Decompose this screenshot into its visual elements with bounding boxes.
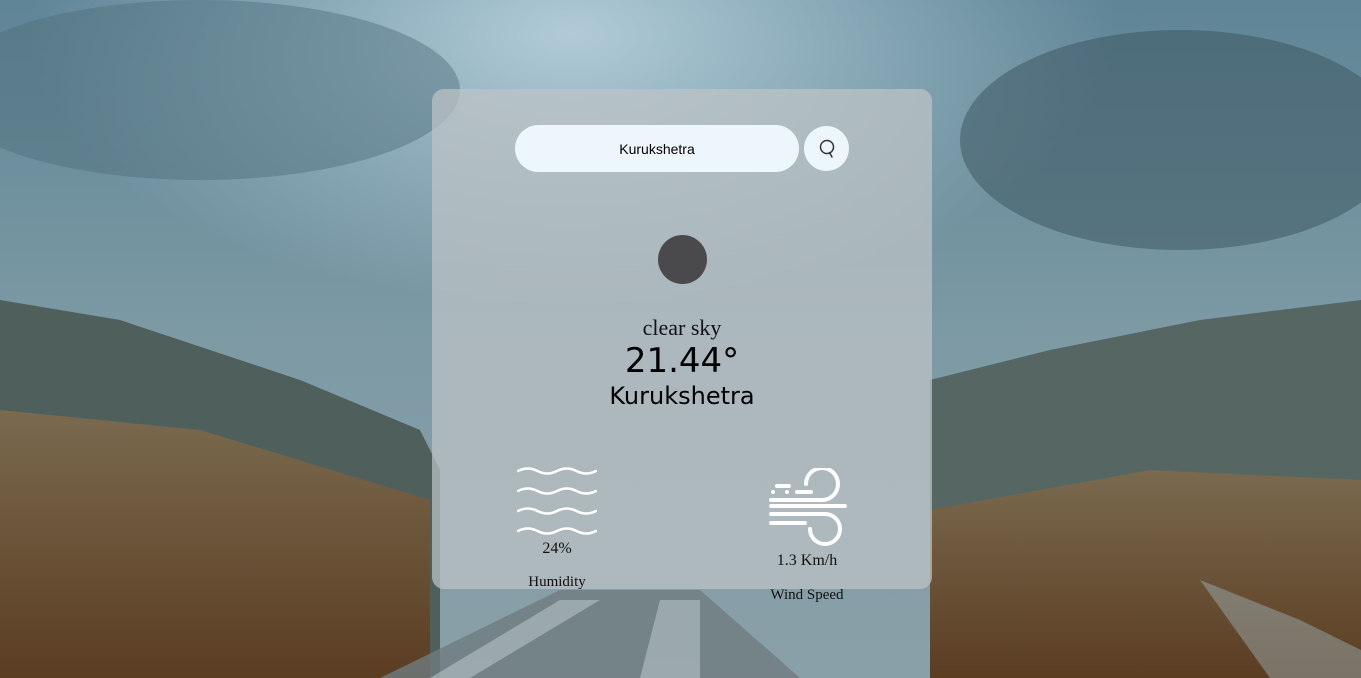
search-button[interactable]: [804, 126, 849, 171]
wind-icon: [769, 468, 847, 546]
wind-value: 1.3 Km/h: [776, 552, 838, 569]
search-icon: [819, 139, 834, 158]
humidity-label: Humidity: [528, 574, 586, 590]
humidity-icon: [517, 467, 597, 535]
temperature: 21.44°: [624, 341, 740, 381]
city-name: Kurukshetra: [609, 382, 755, 410]
weather-card: clear sky 21.44° Kurukshetra 24% Humidit…: [432, 89, 932, 603]
wind-label: Wind Speed: [770, 587, 844, 603]
weather-description: clear sky: [642, 315, 722, 340]
humidity-value: 24%: [542, 540, 572, 557]
search-input[interactable]: [515, 125, 799, 172]
clear-sky-icon: [658, 235, 707, 284]
